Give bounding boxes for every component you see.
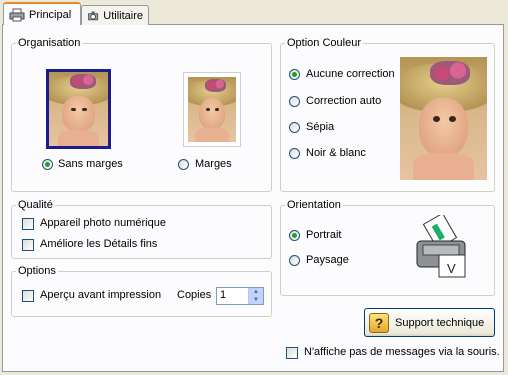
tab-utilitaire-label: Utilitaire xyxy=(103,9,143,22)
printer-icon xyxy=(9,8,25,21)
sans-marges-label: Sans marges xyxy=(58,158,123,170)
qualite-group: Qualité xyxy=(11,199,272,259)
copies-up-arrow-icon[interactable]: ▲ xyxy=(248,288,263,296)
qualite-title: Qualité xyxy=(18,199,53,211)
no-mouse-messages-label: N'affiche pas de messages via la souris. xyxy=(304,346,500,358)
copies-label: Copies xyxy=(177,289,212,301)
paysage-radio[interactable] xyxy=(289,255,300,266)
paysage-label: Paysage xyxy=(306,254,349,266)
marges-radio[interactable] xyxy=(178,159,189,170)
sepia-radio[interactable] xyxy=(289,122,300,133)
tools-icon xyxy=(88,10,99,20)
print-preview-checkbox[interactable] xyxy=(22,290,34,302)
fine-details-label: Améliore les Détails fins xyxy=(40,238,158,250)
correction-auto-label: Correction auto xyxy=(306,95,382,107)
borderless-layout-thumbnail[interactable] xyxy=(46,69,111,149)
margins-layout-thumbnail[interactable] xyxy=(183,72,241,147)
copies-down-arrow-icon[interactable]: ▼ xyxy=(248,296,263,304)
tab-principal-label: Principal xyxy=(29,8,72,21)
support-technique-button[interactable]: ? Support technique xyxy=(364,308,495,337)
copies-spinner[interactable]: 1 ▲ ▼ xyxy=(216,287,264,305)
marges-label: Marges xyxy=(195,158,232,170)
color-preview-image xyxy=(400,57,487,180)
no-mouse-messages-checkbox[interactable] xyxy=(286,347,298,359)
digital-camera-label: Appareil photo numérique xyxy=(40,217,166,229)
noir-blanc-label: Noir & blanc xyxy=(306,147,366,159)
tab-utilitaire[interactable]: Utilitaire xyxy=(81,5,149,25)
tab-principal[interactable]: Principal xyxy=(3,2,81,25)
orientation-title: Orientation xyxy=(287,199,341,211)
portrait-label: Portrait xyxy=(306,229,342,241)
sepia-label: Sépia xyxy=(306,121,335,133)
aucune-correction-radio[interactable] xyxy=(289,69,300,80)
fine-details-checkbox[interactable] xyxy=(22,239,34,251)
support-technique-label: Support technique xyxy=(395,316,485,329)
organisation-title: Organisation xyxy=(18,37,81,49)
correction-auto-radio[interactable] xyxy=(289,96,300,107)
option-couleur-title: Option Couleur xyxy=(287,37,361,49)
sans-marges-radio[interactable] xyxy=(42,159,53,170)
noir-blanc-radio[interactable] xyxy=(289,148,300,159)
portrait-printer-icon: V xyxy=(416,215,466,278)
options-title: Options xyxy=(18,265,56,277)
copies-value[interactable]: 1 xyxy=(220,289,226,301)
digital-camera-checkbox[interactable] xyxy=(22,218,34,230)
svg-text:V: V xyxy=(447,261,456,276)
help-question-icon: ? xyxy=(369,312,389,333)
print-preview-label: Aperçu avant impression xyxy=(40,289,162,301)
aucune-correction-label: Aucune correction xyxy=(306,68,395,80)
portrait-radio[interactable] xyxy=(289,230,300,241)
